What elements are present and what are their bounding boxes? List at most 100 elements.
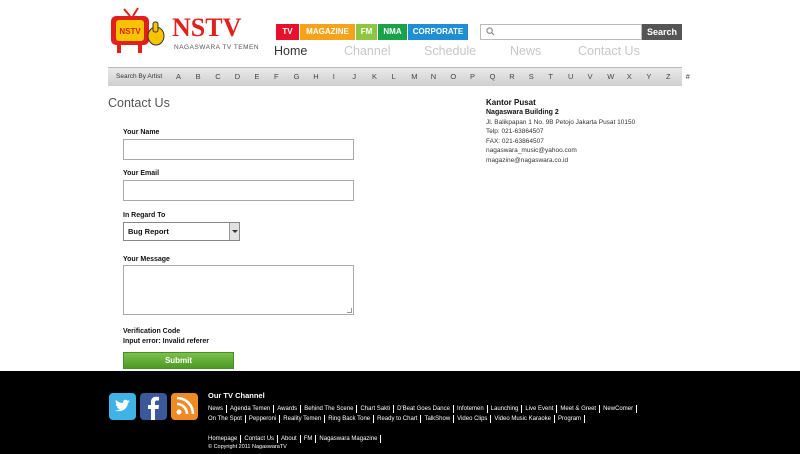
footer-link[interactable]: Reality Temen — [280, 415, 326, 423]
page-title: Contact Us — [108, 96, 170, 110]
alphabet-label: Search By Artist — [116, 73, 163, 80]
resize-handle-icon[interactable] — [347, 308, 352, 313]
footer-link[interactable]: FM — [301, 435, 317, 443]
footer-link[interactable]: D'Beat Goes Dance — [394, 405, 454, 413]
footer-link[interactable]: NewComer — [600, 405, 638, 413]
facebook-icon[interactable] — [140, 393, 167, 420]
alphabet-letter-u[interactable]: U — [568, 72, 573, 81]
nstv-logo[interactable]: NSTV NSTV NAGASWARA TV TEMEN — [108, 6, 278, 56]
alphabet-letter-hash[interactable]: # — [686, 72, 690, 81]
office-title: Kantor Pusat — [486, 98, 536, 107]
category-tabs: TV MAGAZINE FM NMA CORPORATE — [276, 24, 469, 40]
rss-icon[interactable] — [171, 393, 198, 420]
footer-link[interactable]: Video Clips — [454, 415, 492, 423]
alphabet-letter-v[interactable]: V — [588, 72, 593, 81]
alphabet-letter-r[interactable]: R — [509, 72, 514, 81]
copyright: © Copyright 2011 NagaswaraTV — [208, 444, 287, 450]
alphabet-letter-y[interactable]: Y — [646, 72, 651, 81]
alphabet-letter-n[interactable]: N — [431, 72, 436, 81]
office-building: Nagaswara Building 2 — [486, 109, 559, 116]
twitter-icon[interactable] — [109, 393, 136, 420]
footer-link[interactable]: Homepage — [208, 435, 242, 443]
alphabet-letter-t[interactable]: T — [548, 72, 553, 81]
footer-link[interactable]: Contact Us — [241, 435, 279, 443]
site-footer: Our TV Channel News Agenda Temen Awards Beh… — [0, 371, 800, 454]
nav-schedule[interactable]: Schedule — [424, 44, 476, 58]
footer-link[interactable]: Ring Back Tone — [325, 415, 375, 423]
alphabet-letter-x[interactable]: X — [627, 72, 632, 81]
footer-link[interactable]: Ready to Chart — [374, 415, 422, 423]
alphabet-letter-a[interactable]: A — [176, 72, 181, 81]
footer-link[interactable]: Nagaswara Magazine — [316, 435, 382, 443]
message-label: Your Message — [123, 256, 170, 263]
footer-link[interactable]: About — [278, 435, 301, 443]
alphabet-letter-f[interactable]: F — [274, 72, 279, 81]
tab-magazine[interactable]: MAGAZINE — [300, 24, 355, 40]
verification-label: Verification Code — [123, 328, 181, 335]
alphabet-letter-w[interactable]: W — [607, 72, 614, 81]
nav-news[interactable]: News — [510, 44, 541, 58]
regard-select[interactable]: Bug Report — [123, 222, 240, 241]
tab-fm[interactable]: FM — [356, 24, 377, 40]
footer-link[interactable]: Infotemen — [454, 405, 488, 413]
footer-link[interactable]: Behind The Scene — [301, 405, 358, 413]
footer-link[interactable]: Live Event — [522, 405, 558, 413]
tab-nma[interactable]: NMA — [378, 24, 407, 40]
footer-link[interactable]: Awards — [274, 405, 302, 413]
regard-label: In Regard To — [123, 212, 166, 219]
alphabet-letter-d[interactable]: D — [235, 72, 240, 81]
alphabet-letter-g[interactable]: G — [294, 72, 300, 81]
alphabet-letter-b[interactable]: B — [196, 72, 201, 81]
name-label: Your Name — [123, 129, 160, 136]
email-field[interactable] — [123, 180, 354, 201]
footer-link[interactable]: Video Music Karaoke — [491, 415, 556, 423]
alphabet-letter-j[interactable]: J — [352, 72, 356, 81]
alphabet-letter-e[interactable]: E — [254, 72, 259, 81]
alphabet-letter-m[interactable]: M — [411, 72, 417, 81]
office-email-magazine[interactable]: magazine@nagaswara.co.id — [486, 156, 635, 166]
submit-button[interactable]: Submit — [123, 352, 234, 369]
search-button[interactable]: Search — [642, 24, 682, 40]
tab-tv[interactable]: TV — [276, 24, 299, 40]
alphabet-letter-c[interactable]: C — [215, 72, 220, 81]
tab-corporate[interactable]: CORPORATE — [408, 24, 468, 40]
alphabet-letter-o[interactable]: O — [450, 72, 456, 81]
brand-tagline: NAGASWARA TV TEMEN — [174, 44, 260, 51]
svg-text:NSTV: NSTV — [119, 27, 141, 36]
regard-selected-value: Bug Report — [128, 227, 169, 236]
footer-link[interactable]: Launching — [488, 405, 523, 413]
footer-link[interactable]: On The Spot — [208, 415, 246, 423]
tv-mascot-icon: NSTV — [111, 7, 165, 53]
alphabet-letter-k[interactable]: K — [372, 72, 377, 81]
office-address: Jl. Balikpapan 1 No. 9B Petojo Jakarta P… — [486, 118, 636, 126]
footer-link[interactable]: Chart Sakti — [357, 405, 395, 413]
alphabet-letter-h[interactable]: H — [313, 72, 318, 81]
nav-home[interactable]: Home — [274, 44, 307, 58]
alphabet-letter-i[interactable]: I — [333, 72, 335, 81]
footer-link[interactable]: Pepperoni — [246, 415, 281, 423]
footer-link[interactable]: Agenda Temen — [227, 405, 275, 413]
alphabet-letter-q[interactable]: Q — [490, 72, 496, 81]
error-message: Input error: Invalid referer — [123, 338, 209, 345]
artist-alphabet-bar: Search By Artist A B C D E F G H I J K L M N O P Q R S T U V W… — [108, 67, 690, 86]
name-field[interactable] — [123, 139, 354, 160]
search-input[interactable] — [480, 24, 642, 40]
channel-title: Our TV Channel — [208, 391, 265, 400]
nav-channel[interactable]: Channel — [344, 44, 391, 58]
footer-link[interactable]: TalkShow — [421, 415, 455, 423]
footer-link[interactable]: Program — [555, 415, 586, 423]
footer-link[interactable]: Meet & Greet — [557, 405, 601, 413]
footer-link[interactable]: News — [208, 405, 228, 413]
channel-links-row2: On The Spot Pepperoni Reality Temen Ring Ba… — [208, 414, 648, 425]
alphabet-letter-z[interactable]: Z — [666, 72, 671, 81]
search-icon — [486, 27, 495, 36]
office-email-music[interactable]: nagaswara_music@yahoo.com — [486, 146, 635, 156]
nav-contact-us[interactable]: Contact Us — [578, 44, 640, 58]
alphabet-letter-p[interactable]: P — [470, 72, 475, 81]
brand-name: NSTV — [172, 13, 242, 42]
site-header: NSTV NSTV NAGASWARA TV TEMEN TV MAGAZINE… — [0, 0, 800, 68]
alphabet-letter-s[interactable]: S — [529, 72, 534, 81]
main-nav: Home Channel Schedule News Contact Us — [272, 44, 682, 60]
message-textarea[interactable] — [123, 265, 354, 315]
alphabet-letter-l[interactable]: L — [392, 72, 396, 81]
